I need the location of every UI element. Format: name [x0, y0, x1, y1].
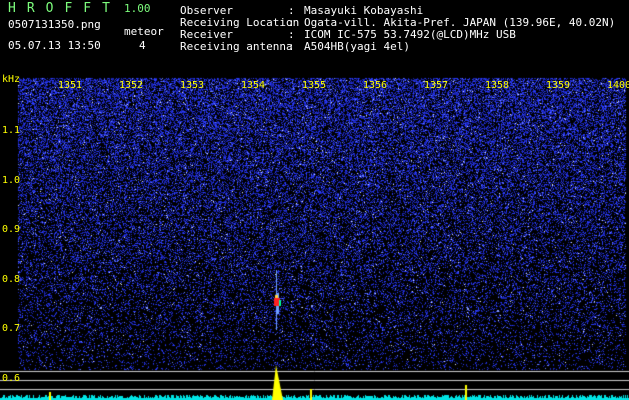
- x-tick-label: 1357: [424, 80, 449, 91]
- x-tick-label: 1356: [363, 80, 388, 91]
- app-version: 1.00: [124, 2, 151, 15]
- x-tick-label: 1359: [546, 80, 571, 91]
- info-colon: :: [288, 40, 295, 53]
- x-tick-label: 1355: [302, 80, 327, 91]
- x-tick-label: 1400: [607, 80, 629, 91]
- counter-label: meteor: [124, 25, 164, 38]
- x-tick-label: 1353: [180, 80, 205, 91]
- x-tick-label: 1351: [58, 80, 83, 91]
- filename-label: 0507131350.png: [8, 18, 101, 31]
- y-tick-label: 0.9: [2, 224, 21, 235]
- spectrogram-plot: [0, 0, 629, 400]
- y-tick-label: 0.7: [2, 323, 21, 334]
- datetime-label: 05.07.13 13:50: [8, 39, 101, 52]
- y-tick-label: 1.1: [2, 125, 21, 136]
- counter-value: 4: [139, 39, 146, 52]
- app-title: HROFFT: [8, 1, 121, 16]
- x-tick-label: 1358: [485, 80, 510, 91]
- x-tick-label: 1354: [241, 80, 266, 91]
- y-axis-unit-label: kHz: [2, 74, 21, 85]
- x-tick-label: 1352: [119, 80, 144, 91]
- y-tick-label: 0.6: [2, 373, 21, 384]
- info-label-antenna: Receiving antenna: [180, 40, 293, 53]
- info-value-antenna: A504HB(yagi 4el): [304, 40, 410, 53]
- y-tick-label: 0.8: [2, 274, 21, 285]
- y-tick-label: 1.0: [2, 175, 21, 186]
